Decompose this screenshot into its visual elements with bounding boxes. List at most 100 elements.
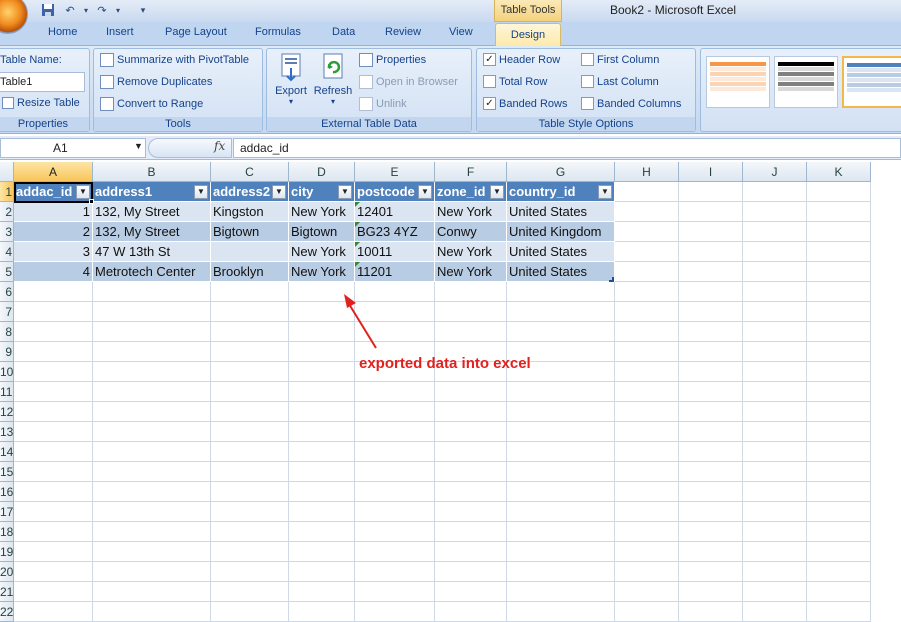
cell-a13[interactable]	[14, 422, 93, 442]
cell-i14[interactable]	[679, 442, 743, 462]
first-column-option[interactable]: First Column	[581, 53, 659, 66]
tab-review[interactable]: Review	[385, 26, 421, 38]
export-button[interactable]: Export ▾	[272, 52, 310, 114]
tab-page-layout[interactable]: Page Layout	[165, 26, 227, 38]
cell-i18[interactable]	[679, 522, 743, 542]
cell-h2[interactable]	[615, 202, 679, 222]
cell-k22[interactable]	[807, 602, 871, 622]
cell-a6[interactable]	[14, 282, 93, 302]
cell-f14[interactable]	[435, 442, 507, 462]
undo-dropdown-icon[interactable]: ▾	[78, 2, 94, 18]
cell-i12[interactable]	[679, 402, 743, 422]
cell-i21[interactable]	[679, 582, 743, 602]
cell-h15[interactable]	[615, 462, 679, 482]
cell-c18[interactable]	[211, 522, 289, 542]
cell-h19[interactable]	[615, 542, 679, 562]
cell-j1[interactable]	[743, 182, 807, 202]
cell-i15[interactable]	[679, 462, 743, 482]
table-data-cell[interactable]: New York	[289, 262, 355, 282]
save-icon[interactable]	[40, 2, 56, 18]
table-data-cell[interactable]: New York	[435, 242, 507, 262]
cell-g6[interactable]	[507, 282, 615, 302]
cell-c20[interactable]	[211, 562, 289, 582]
cell-c10[interactable]	[211, 362, 289, 382]
cell-k16[interactable]	[807, 482, 871, 502]
table-header-cell[interactable]: country_id ▼	[507, 182, 615, 202]
cell-h13[interactable]	[615, 422, 679, 442]
cell-k19[interactable]	[807, 542, 871, 562]
cell-h17[interactable]	[615, 502, 679, 522]
cell-i7[interactable]	[679, 302, 743, 322]
cell-h6[interactable]	[615, 282, 679, 302]
cell-j11[interactable]	[743, 382, 807, 402]
convert-to-range-button[interactable]: Convert to Range	[100, 97, 203, 111]
cell-j9[interactable]	[743, 342, 807, 362]
cell-f6[interactable]	[435, 282, 507, 302]
row-header-3[interactable]: 3	[0, 222, 14, 242]
cell-j21[interactable]	[743, 582, 807, 602]
row-header-12[interactable]: 12	[0, 402, 14, 422]
table-data-cell[interactable]: Brooklyn	[211, 262, 289, 282]
table-data-cell[interactable]: 2	[14, 222, 93, 242]
cell-i17[interactable]	[679, 502, 743, 522]
cell-d15[interactable]	[289, 462, 355, 482]
last-column-checkbox[interactable]	[581, 75, 594, 88]
table-data-cell[interactable]: New York	[289, 202, 355, 222]
cell-e17[interactable]	[355, 502, 435, 522]
cell-f12[interactable]	[435, 402, 507, 422]
select-all-corner[interactable]	[0, 162, 14, 182]
table-data-cell[interactable]: United States	[507, 262, 615, 282]
cell-b9[interactable]	[93, 342, 211, 362]
cell-k18[interactable]	[807, 522, 871, 542]
table-data-cell[interactable]: Bigtown	[211, 222, 289, 242]
table-properties-button[interactable]: Properties	[359, 53, 426, 67]
cell-j18[interactable]	[743, 522, 807, 542]
cell-b12[interactable]	[93, 402, 211, 422]
total-row-option[interactable]: Total Row	[483, 75, 547, 88]
table-data-cell[interactable]: 10011	[355, 242, 435, 262]
cell-k12[interactable]	[807, 402, 871, 422]
banded-columns-checkbox[interactable]	[581, 97, 594, 110]
cell-e15[interactable]	[355, 462, 435, 482]
cell-b6[interactable]	[93, 282, 211, 302]
row-header-2[interactable]: 2	[0, 202, 14, 222]
column-header-f[interactable]: F	[435, 162, 507, 182]
cell-i3[interactable]	[679, 222, 743, 242]
cell-i10[interactable]	[679, 362, 743, 382]
cell-i20[interactable]	[679, 562, 743, 582]
table-style-black[interactable]	[774, 56, 838, 108]
remove-duplicates-button[interactable]: Remove Duplicates	[100, 75, 212, 89]
cell-a12[interactable]	[14, 402, 93, 422]
cell-k9[interactable]	[807, 342, 871, 362]
table-data-cell[interactable]: New York	[435, 202, 507, 222]
tab-formulas[interactable]: Formulas	[255, 26, 301, 38]
cell-e14[interactable]	[355, 442, 435, 462]
table-header-cell[interactable]: city ▼	[289, 182, 355, 202]
cell-i16[interactable]	[679, 482, 743, 502]
cell-j19[interactable]	[743, 542, 807, 562]
cell-a17[interactable]	[14, 502, 93, 522]
filter-dropdown-icon[interactable]: ▼	[338, 185, 352, 199]
tab-home[interactable]: Home	[48, 26, 77, 38]
row-header-1[interactable]: 1	[0, 182, 14, 202]
table-data-cell[interactable]: 4	[14, 262, 93, 282]
cell-c16[interactable]	[211, 482, 289, 502]
cell-j3[interactable]	[743, 222, 807, 242]
table-data-cell[interactable]: Metrotech Center	[93, 262, 211, 282]
refresh-button[interactable]: Refresh ▾	[312, 52, 354, 114]
table-data-cell[interactable]: Conwy	[435, 222, 507, 242]
cell-b17[interactable]	[93, 502, 211, 522]
tab-design[interactable]: Design	[495, 23, 561, 47]
cell-j13[interactable]	[743, 422, 807, 442]
cell-f8[interactable]	[435, 322, 507, 342]
cell-g18[interactable]	[507, 522, 615, 542]
table-style-blue-selected[interactable]	[842, 56, 901, 108]
cell-h4[interactable]	[615, 242, 679, 262]
banded-columns-option[interactable]: Banded Columns	[581, 97, 681, 110]
cell-g17[interactable]	[507, 502, 615, 522]
column-header-i[interactable]: I	[679, 162, 743, 182]
row-header-4[interactable]: 4	[0, 242, 14, 262]
cell-a19[interactable]	[14, 542, 93, 562]
cell-k15[interactable]	[807, 462, 871, 482]
table-data-cell[interactable]: United Kingdom	[507, 222, 615, 242]
